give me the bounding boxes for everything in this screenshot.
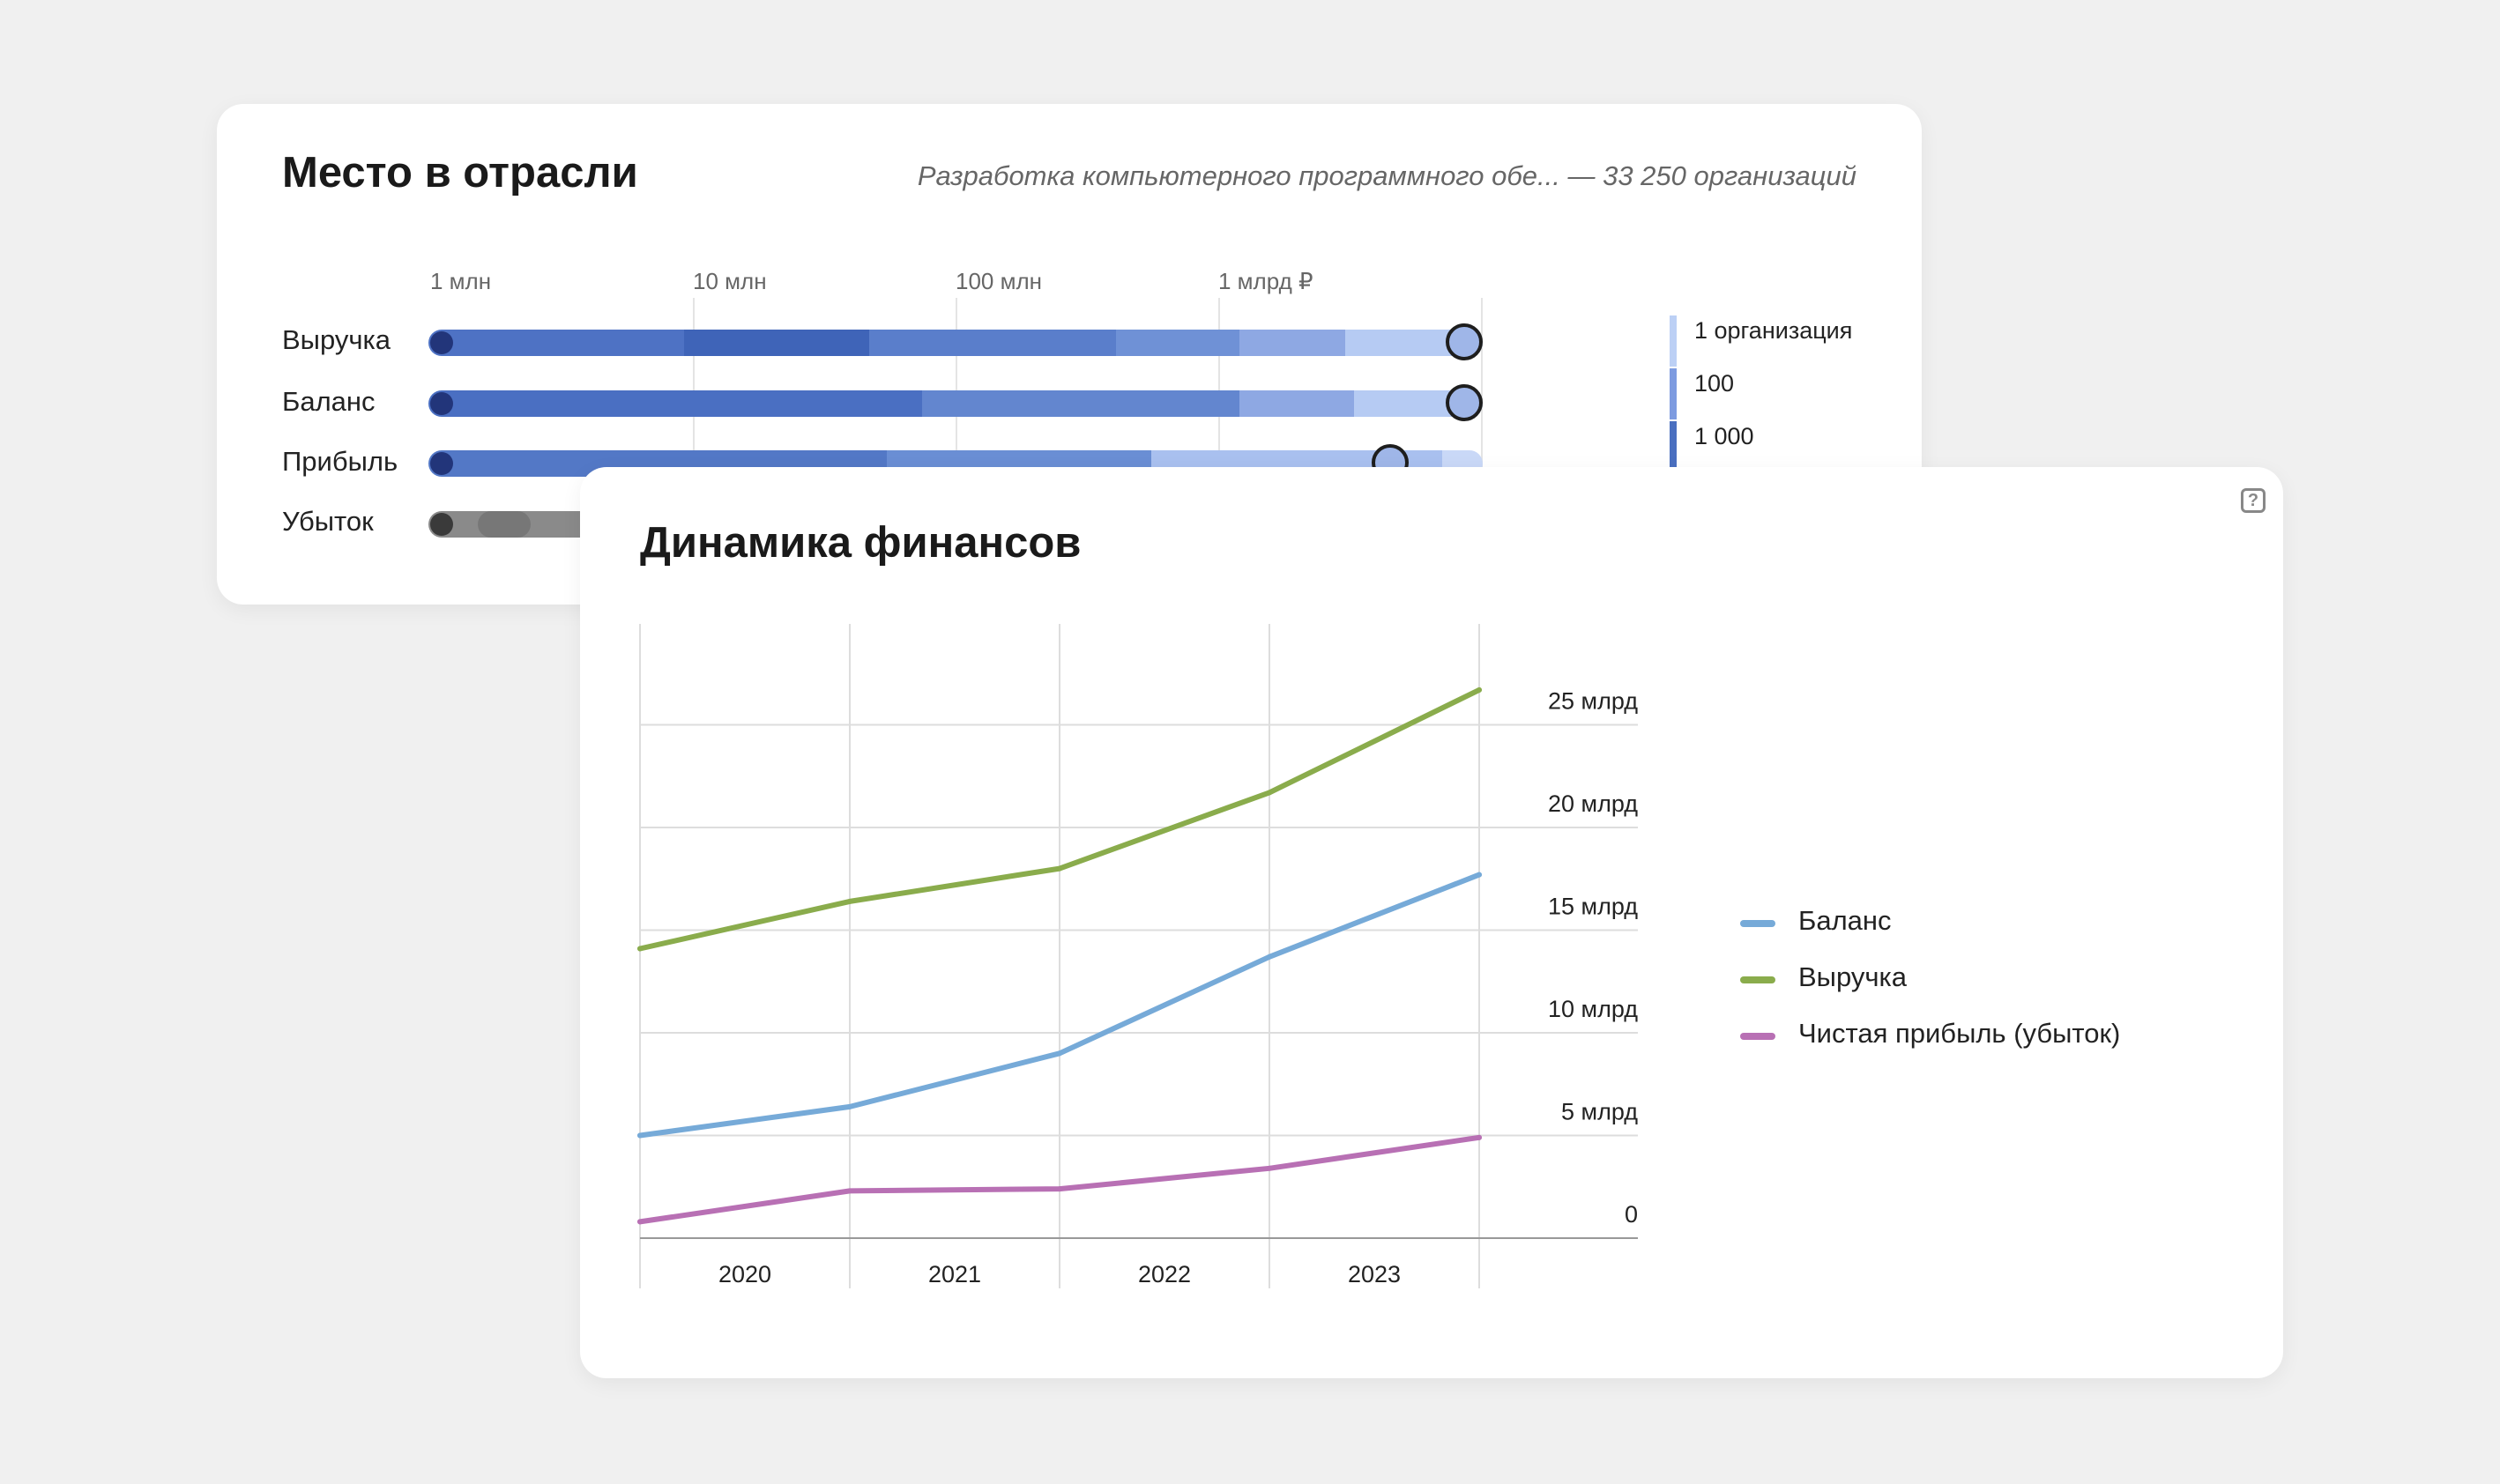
legend-swatch-1 bbox=[1670, 315, 1677, 367]
legend-swatch-net-profit bbox=[1740, 1033, 1775, 1040]
data-point bbox=[1477, 686, 1482, 693]
x-tick-label: 2020 bbox=[718, 1261, 771, 1287]
data-point bbox=[1477, 1134, 1482, 1140]
row-label-balance: Баланс bbox=[282, 386, 376, 417]
legend-label-1000: 1 000 bbox=[1694, 423, 1754, 449]
question-icon[interactable]: ? bbox=[2241, 488, 2266, 513]
row-label-loss: Убыток bbox=[282, 506, 374, 537]
y-tick-label: 5 млрд bbox=[1561, 1099, 1638, 1125]
y-tick-label: 25 млрд bbox=[1548, 688, 1638, 715]
data-point bbox=[637, 1219, 643, 1225]
data-point bbox=[1267, 790, 1272, 796]
y-tick-label: 15 млрд bbox=[1548, 894, 1638, 920]
finance-dynamics-card: Динамика финансов ? 05 млрд 10 млрд 15 млр… bbox=[580, 467, 2283, 1378]
row-label-revenue: Выручка bbox=[282, 324, 391, 355]
revenue-position-marker[interactable] bbox=[1446, 323, 1483, 360]
legend-swatch-100 bbox=[1670, 368, 1677, 419]
legend-label-balance: Баланс bbox=[1798, 905, 1892, 936]
legend-label-1: 1 организация bbox=[1694, 317, 1853, 344]
x-tick-label: 2021 bbox=[928, 1261, 981, 1287]
legend-label-net-profit: Чистая прибыль (убыток) bbox=[1798, 1018, 2121, 1049]
scale-tick-1m: 1 млн bbox=[430, 268, 492, 294]
x-tick-label: 2023 bbox=[1348, 1261, 1401, 1287]
data-point bbox=[637, 1132, 643, 1139]
industry-description[interactable]: Разработка компьютерного программного об… bbox=[918, 160, 1856, 192]
data-point bbox=[847, 898, 852, 904]
balance-position-marker[interactable] bbox=[1446, 384, 1483, 421]
data-point bbox=[847, 1103, 852, 1109]
legend-swatch-revenue bbox=[1740, 976, 1775, 983]
data-point bbox=[847, 1188, 852, 1194]
legend-label-revenue: Выручка bbox=[1798, 961, 1907, 992]
x-tick-label: 2022 bbox=[1138, 1261, 1191, 1287]
data-point bbox=[1477, 872, 1482, 878]
y-tick-label: 0 bbox=[1625, 1201, 1638, 1228]
y-tick-label: 20 млрд bbox=[1548, 790, 1638, 817]
revenue-distribution-bar[interactable] bbox=[428, 330, 1483, 356]
legend-label-100: 100 bbox=[1694, 370, 1735, 397]
data-point bbox=[1057, 865, 1062, 872]
data-point bbox=[1057, 1050, 1062, 1057]
y-tick-label: 10 млрд bbox=[1548, 996, 1638, 1022]
data-point bbox=[1267, 953, 1272, 960]
balance-distribution-bar[interactable] bbox=[428, 390, 1483, 417]
legend-swatch-1000 bbox=[1670, 421, 1677, 472]
finance-line-chart: 0 5 млрд 10 млрд 15 млрд 20 млрд 25 млрд 2020 2… bbox=[637, 624, 1638, 1288]
rank-title: Место в отрасли bbox=[282, 149, 638, 197]
data-point bbox=[1267, 1165, 1272, 1171]
data-point bbox=[637, 946, 643, 952]
row-label-profit: Прибыль bbox=[282, 446, 398, 477]
scale-tick-10m: 10 млн bbox=[693, 268, 767, 294]
data-point bbox=[1057, 1186, 1062, 1192]
scale-tick-100m: 100 млн bbox=[956, 268, 1043, 294]
scale-tick-1b: 1 млрд ₽ bbox=[1218, 268, 1313, 294]
legend-swatch-balance bbox=[1740, 920, 1775, 927]
